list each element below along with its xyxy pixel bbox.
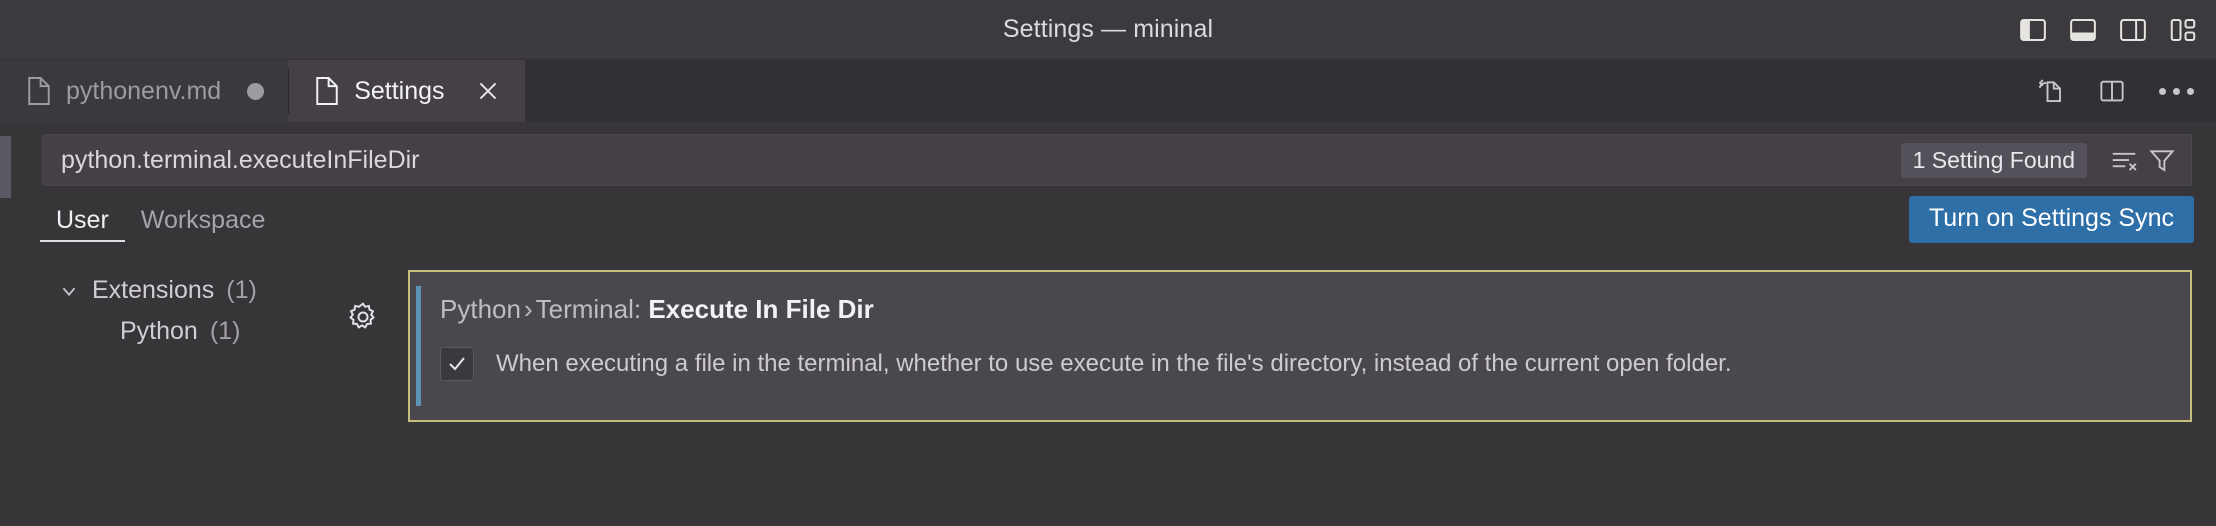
title-bar: Settings — mininal [0,0,2216,60]
close-icon[interactable] [475,78,501,104]
search-input[interactable]: python.terminal.executeInFileDir 1 Setti… [42,134,2192,186]
settings-search-row: python.terminal.executeInFileDir 1 Setti… [0,122,2216,186]
tab-workspace[interactable]: Workspace [125,186,282,254]
toggle-primary-sidebar-icon[interactable] [2018,15,2048,45]
tab-label: pythonenv.md [66,76,222,105]
setting-title: Python › Terminal: Execute In File Dir [440,294,2162,325]
settings-scope-tabs: User Workspace Turn on Settings Sync [0,186,2216,254]
setting-row-execute-in-file-dir[interactable]: Python › Terminal: Execute In File Dir Whe… [349,270,2192,422]
toggle-panel-icon[interactable] [2068,15,2098,45]
modified-indicator [416,286,421,406]
setting-gear-button[interactable] [346,300,386,340]
customize-layout-icon[interactable] [2168,15,2198,45]
toggle-secondary-sidebar-icon[interactable] [2118,15,2148,45]
settings-toc: Extensions (1) Python (1) [0,254,408,522]
tab-label: Settings [354,76,445,105]
tab-workspace-label: Workspace [140,205,266,234]
check-icon [449,357,465,371]
dirty-indicator-icon[interactable] [247,82,265,100]
editor-tab-bar: pythonenv.md Settings [0,60,2216,122]
settings-content: Extensions (1) Python (1) Python › Termi… [0,254,2216,522]
file-icon [316,77,338,105]
layout-controls [2018,0,2198,60]
tab-pythonenv-md[interactable]: pythonenv.md [0,60,289,122]
results-count-badge: 1 Setting Found [1900,142,2087,178]
clear-filters-icon[interactable] [2109,145,2139,175]
setting-name: Execute In File Dir [648,294,874,324]
vscode-window: Settings — mininal pythonenv.md Settings… [0,0,2216,526]
tab-user-label: User [56,205,109,234]
settings-editor: python.terminal.executeInFileDir 1 Setti… [0,122,2216,526]
toc-item-label: Python [120,317,198,345]
setting-description: When executing a file in the terminal, w… [496,350,1732,377]
toc-item-count: (1) [226,276,257,304]
setting-separator-icon: › [523,294,533,324]
toc-item-label: Extensions [92,276,215,304]
split-editor-icon[interactable] [2097,76,2127,106]
editor-actions [2035,60,2194,122]
setting-checkbox[interactable] [440,347,474,381]
setting-category: Python [440,294,521,324]
gear-icon [349,302,375,329]
open-settings-json-icon[interactable] [2035,76,2065,106]
more-actions-icon[interactable] [2159,87,2194,95]
file-icon [28,77,50,105]
tab-settings[interactable]: Settings [288,60,525,122]
settings-list: Python › Terminal: Execute In File Dir Whe… [349,254,2216,522]
search-input-value: python.terminal.executeInFileDir [61,145,420,174]
tab-user[interactable]: User [40,186,125,254]
window-title: Settings — mininal [1002,15,1214,43]
chevron-down-icon [62,287,76,296]
setting-subcategory: Terminal: [535,294,642,324]
toc-item-count: (1) [209,317,241,345]
filter-icon[interactable] [2147,145,2177,175]
turn-on-settings-sync-button[interactable]: Turn on Settings Sync [1908,196,2194,243]
